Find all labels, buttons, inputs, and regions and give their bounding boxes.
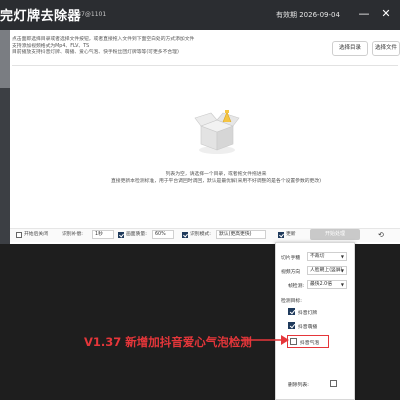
detect-bubble-checkbox[interactable] — [290, 338, 297, 345]
detect-lamp-checkbox[interactable] — [288, 308, 295, 315]
delete-list-checkbox[interactable] — [330, 380, 337, 387]
mode-select[interactable]: 默认(更高更快) — [216, 230, 266, 239]
empty-box-icon — [193, 108, 241, 160]
instruction-line: 目前播放支持抖音灯牌、萌播、爱心气泡、快手粉丝团灯牌等等(可更多不合理) — [12, 50, 179, 55]
crop-select[interactable]: 不裁切 ▼ — [307, 252, 347, 261]
empty-line-2: 直接更新本检测标准，用于平台调回时调回，默认是最优解(采用不好调整的是各个设置参… — [110, 178, 321, 184]
detect-bubble-label: 抖音气泡 — [300, 341, 320, 346]
crop-label: 切片手糖 — [281, 256, 301, 261]
minimize-button[interactable]: — — [356, 6, 372, 22]
version-label: v1.37@1101 — [68, 11, 107, 18]
divider — [12, 65, 398, 66]
frame-detect-select[interactable]: 最快2.0倍 ▼ — [307, 280, 347, 289]
quality-select[interactable]: 60% — [152, 230, 174, 239]
annotation-arrow-icon — [241, 335, 289, 345]
video-direction-label: 视频方向 — [281, 270, 301, 275]
mode-checkbox[interactable] — [182, 232, 188, 238]
detect-bling-label: 抖音萌播 — [298, 325, 318, 330]
recog-label: 识别补偿: — [62, 232, 83, 237]
video-direction-select[interactable]: 人脸朝上(竖屏) ▼ — [307, 266, 347, 275]
expiry-label: 有效期 2026-09-04 — [276, 11, 340, 19]
close-after-checkbox[interactable] — [16, 232, 22, 238]
history-icon[interactable]: ⟲ — [378, 231, 384, 239]
select-file-button[interactable]: 选择文件 — [372, 41, 400, 56]
quality-label: 画面质量: — [126, 232, 147, 237]
empty-state-message: 列表为空，请选择一个目录，或者拖文件拖进来 直接更新本检测标准，用于平台调回时调… — [96, 172, 336, 185]
quality-checkbox[interactable] — [118, 232, 124, 238]
close-after-label: 开始后关闭 — [24, 232, 48, 237]
update-label: 更新 — [286, 232, 296, 237]
delete-list-label: 删除列表: — [288, 383, 309, 388]
detect-lamp-label: 抖音灯牌 — [298, 311, 318, 316]
frame-detect-label: 帧检测: — [288, 284, 305, 289]
recog-select[interactable]: 1秒 — [92, 230, 114, 239]
close-button[interactable]: ✕ — [378, 6, 394, 22]
nav-item-selected[interactable] — [0, 30, 10, 88]
instructions: 点击面即选择目录或者选择文件按钮，或者直接拖入文件到下面空白处的方式添加文件 支… — [12, 37, 292, 63]
title-bar: 完灯牌去除器 v1.37@1101 有效期 2026-09-04 — ✕ — [0, 0, 400, 30]
detect-target-label: 检测目标: — [281, 299, 302, 304]
start-process-button[interactable]: 开始处理 — [310, 229, 360, 240]
select-dir-button[interactable]: 选择目录 — [332, 41, 368, 56]
update-checkbox[interactable] — [278, 232, 284, 238]
mode-label: 识别模式: — [190, 232, 211, 237]
annotation-text: V1.37 新增加抖音爱心气泡检测 — [84, 335, 252, 349]
left-nav-strip — [0, 30, 10, 244]
detect-bling-checkbox[interactable] — [288, 322, 295, 329]
